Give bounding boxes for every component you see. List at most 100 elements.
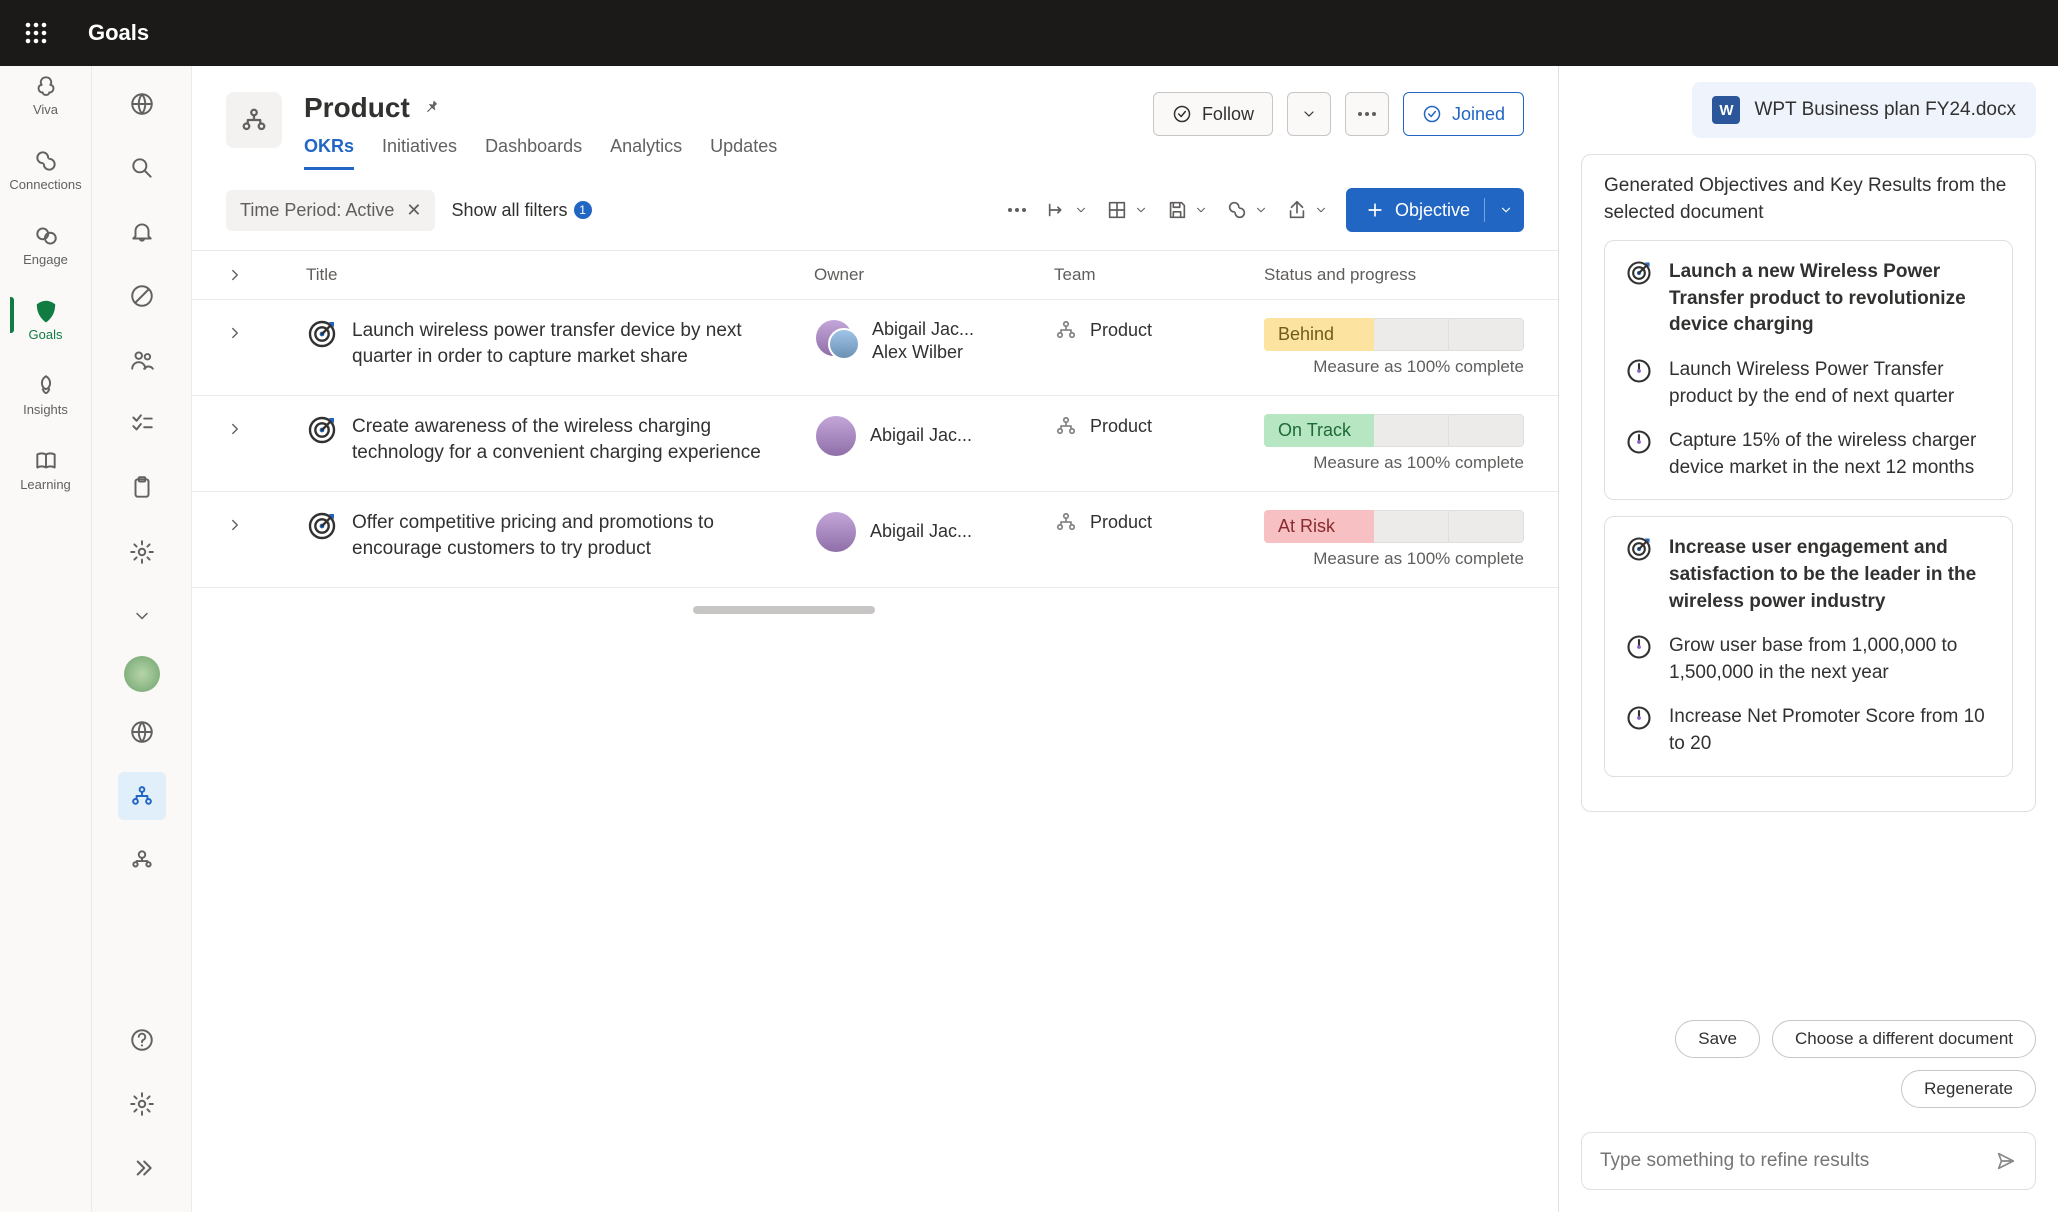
status-subtext: Measure as 100% complete xyxy=(1264,357,1524,377)
nav-clipboard-icon[interactable] xyxy=(118,464,166,512)
choose-document-button[interactable]: Choose a different document xyxy=(1772,1020,2036,1058)
status-cell[interactable]: On Track Measure as 100% complete xyxy=(1264,414,1524,473)
status-cell[interactable]: At Risk Measure as 100% complete xyxy=(1264,510,1524,569)
key-result-icon xyxy=(1625,633,1655,663)
learning-icon xyxy=(32,447,60,475)
team-cell[interactable]: Product xyxy=(1054,510,1264,534)
toolbar-share-icon[interactable] xyxy=(1286,199,1328,221)
avatar-icon xyxy=(814,414,858,458)
rail-item-engage[interactable]: Engage xyxy=(10,216,82,273)
objective-icon xyxy=(306,414,338,446)
tab-dashboards[interactable]: Dashboards xyxy=(485,136,582,170)
nav-settings-icon[interactable] xyxy=(118,528,166,576)
app-title: Goals xyxy=(88,20,149,46)
toolbar-more-icon[interactable] xyxy=(1006,207,1028,213)
objective-title: Offer competitive pricing and promotions… xyxy=(352,510,784,561)
nav-gear-icon[interactable] xyxy=(118,1080,166,1128)
col-status[interactable]: Status and progress xyxy=(1264,265,1524,285)
generated-kr: Increase Net Promoter Score from 10 to 2… xyxy=(1669,704,1992,757)
filter-chip-time-period[interactable]: Time Period: Active ✕ xyxy=(226,190,435,231)
owner-cell[interactable]: Abigail Jac... xyxy=(814,414,1054,458)
expand-row-icon[interactable] xyxy=(226,414,306,438)
copilot-input[interactable] xyxy=(1581,1132,2036,1190)
toolbar-link-icon[interactable] xyxy=(1226,199,1268,221)
progress-bar xyxy=(1374,318,1524,351)
insights-icon xyxy=(32,372,60,400)
show-filters-label: Show all filters xyxy=(451,200,567,221)
toolbar-align-icon[interactable] xyxy=(1046,199,1088,221)
nav-expand-icon[interactable] xyxy=(118,1144,166,1192)
objective-title: Launch wireless power transfer device by… xyxy=(352,318,784,369)
table-row[interactable]: Offer competitive pricing and promotions… xyxy=(192,492,1558,588)
expand-row-icon[interactable] xyxy=(226,510,306,534)
filter-count-badge: 1 xyxy=(574,201,592,219)
progress-bar xyxy=(1374,510,1524,543)
rail-item-connections[interactable]: Connections xyxy=(10,141,82,198)
nav-chevron-down-icon[interactable] xyxy=(118,592,166,640)
nav-help-icon[interactable] xyxy=(118,1016,166,1064)
rail-item-learning[interactable]: Learning xyxy=(10,441,82,498)
team-icon xyxy=(1054,318,1078,342)
team-name: Product xyxy=(1090,416,1152,437)
nav-globe-icon[interactable] xyxy=(118,80,166,128)
avatar-icon xyxy=(814,318,860,364)
joined-button[interactable]: Joined xyxy=(1403,92,1524,136)
rail-item-insights[interactable]: Insights xyxy=(10,366,82,423)
status-subtext: Measure as 100% complete xyxy=(1264,453,1524,473)
status-badge: Behind xyxy=(1264,318,1374,351)
tab-initiatives[interactable]: Initiatives xyxy=(382,136,457,170)
nav-avatar[interactable] xyxy=(124,656,160,692)
rail-label: Connections xyxy=(9,177,81,192)
status-cell[interactable]: Behind Measure as 100% complete xyxy=(1264,318,1524,377)
owner-cell[interactable]: Abigail Jac... xyxy=(814,510,1054,554)
show-all-filters[interactable]: Show all filters 1 xyxy=(451,200,591,221)
nav-person-icon[interactable] xyxy=(118,836,166,884)
copilot-text-input[interactable] xyxy=(1600,1150,1995,1172)
col-owner[interactable]: Owner xyxy=(814,265,1054,285)
follow-button[interactable]: Follow xyxy=(1153,92,1273,136)
generated-card[interactable]: Launch a new Wireless Power Transfer pro… xyxy=(1604,240,2013,500)
col-title[interactable]: Title xyxy=(306,265,814,285)
nav-org-icon[interactable] xyxy=(118,772,166,820)
team-cell[interactable]: Product xyxy=(1054,414,1264,438)
table-row[interactable]: Create awareness of the wireless chargin… xyxy=(192,396,1558,492)
objective-title: Create awareness of the wireless chargin… xyxy=(352,414,784,465)
toolbar-grid-icon[interactable] xyxy=(1106,199,1148,221)
document-chip[interactable]: W WPT Business plan FY24.docx xyxy=(1692,82,2036,138)
nav-bell-icon[interactable] xyxy=(118,208,166,256)
nav-block-icon[interactable] xyxy=(118,272,166,320)
generated-card[interactable]: Increase user engagement and satisfactio… xyxy=(1604,516,2013,776)
generated-kr: Capture 15% of the wireless charger devi… xyxy=(1669,428,1992,481)
table-row[interactable]: Launch wireless power transfer device by… xyxy=(192,300,1558,396)
nav-globe2-icon[interactable] xyxy=(118,708,166,756)
toolbar-save-icon[interactable] xyxy=(1166,199,1208,221)
tab-okrs[interactable]: OKRs xyxy=(304,136,354,170)
pin-icon[interactable] xyxy=(422,98,442,118)
tab-updates[interactable]: Updates xyxy=(710,136,777,170)
rail-label: Engage xyxy=(23,252,68,267)
col-team[interactable]: Team xyxy=(1054,265,1264,285)
generated-kr: Grow user base from 1,000,000 to 1,500,0… xyxy=(1669,633,1992,686)
send-icon[interactable] xyxy=(1995,1150,2017,1172)
rail-item-viva[interactable]: Viva xyxy=(10,66,82,123)
nav-search-icon[interactable] xyxy=(118,144,166,192)
key-result-icon xyxy=(1625,357,1655,387)
status-subtext: Measure as 100% complete xyxy=(1264,549,1524,569)
nav-people-icon[interactable] xyxy=(118,336,166,384)
regenerate-button[interactable]: Regenerate xyxy=(1901,1070,2036,1108)
horizontal-scrollbar[interactable] xyxy=(226,606,1524,614)
owner-cell[interactable]: Abigail Jac...Alex Wilber xyxy=(814,318,1054,365)
more-button[interactable] xyxy=(1345,92,1389,136)
owner-names: Abigail Jac...Alex Wilber xyxy=(872,318,974,365)
team-cell[interactable]: Product xyxy=(1054,318,1264,342)
close-icon[interactable]: ✕ xyxy=(406,200,421,221)
app-launcher-icon[interactable] xyxy=(12,9,60,57)
save-button[interactable]: Save xyxy=(1675,1020,1760,1058)
nav-checklist-icon[interactable] xyxy=(118,400,166,448)
expand-row-icon[interactable] xyxy=(226,318,306,342)
expand-all-icon[interactable] xyxy=(226,266,306,284)
rail-item-goals[interactable]: Goals xyxy=(10,291,82,348)
new-objective-button[interactable]: Objective xyxy=(1346,188,1524,232)
follow-dropdown[interactable] xyxy=(1287,92,1331,136)
tab-analytics[interactable]: Analytics xyxy=(610,136,682,170)
